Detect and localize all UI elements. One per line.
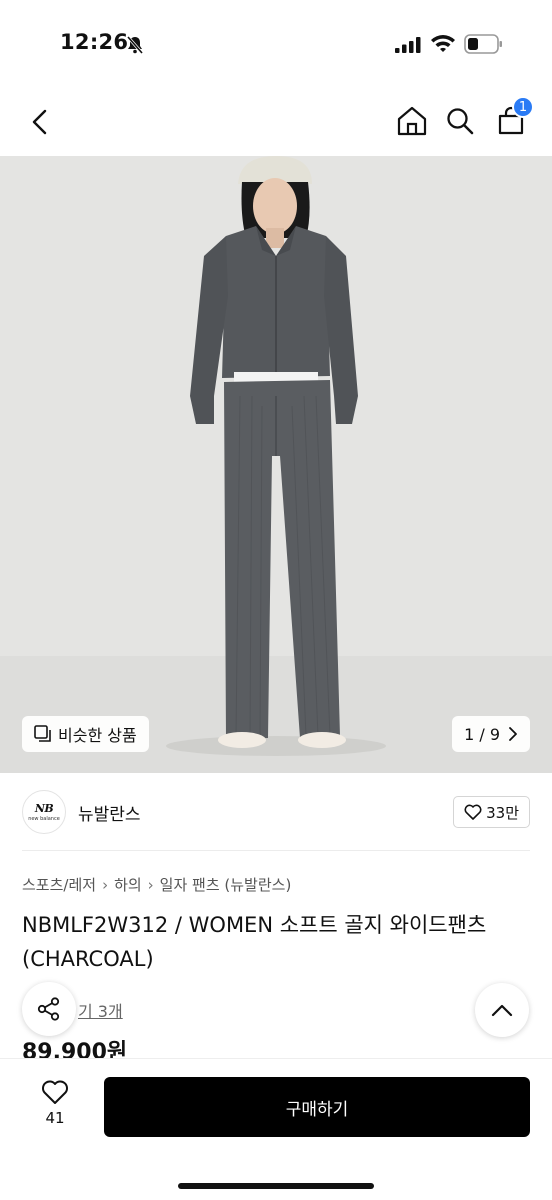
brand-logo-text: new balance [28, 816, 60, 822]
signal-icon [395, 37, 421, 53]
bell-slash-icon [126, 36, 144, 54]
similar-products-button[interactable]: 비슷한 상품 [22, 716, 149, 752]
back-icon [32, 109, 47, 135]
similar-products-label: 비슷한 상품 [58, 726, 137, 745]
buy-button[interactable]: 구매하기 [104, 1077, 530, 1137]
share-icon [37, 997, 60, 1021]
chevron-right-icon [509, 727, 517, 741]
brand-like-count: 33만 [486, 803, 519, 822]
battery-icon [464, 34, 502, 54]
breadcrumb-item[interactable]: 스포츠/레저 [22, 874, 96, 895]
home-icon [397, 106, 427, 136]
home-button[interactable] [393, 102, 431, 140]
divider [22, 850, 530, 851]
home-indicator [178, 1183, 374, 1189]
brand-logo[interactable]: NB new balance [22, 790, 66, 834]
image-page-indicator[interactable]: 1 / 9 [452, 716, 530, 752]
cart-count-badge: 1 [512, 96, 534, 118]
similar-icon [34, 725, 51, 742]
wishlist-button[interactable]: 41 [30, 1079, 80, 1139]
breadcrumb: 스포츠/레저 › 하의 › 일자 팬츠 (뉴발란스) [22, 874, 291, 895]
status-time: 12:26 [60, 30, 129, 54]
chevron-up-icon [491, 1004, 513, 1017]
chevron-right-icon: › [102, 875, 109, 894]
status-bar: 12:26 [0, 0, 552, 90]
scroll-to-top-button[interactable] [475, 983, 529, 1037]
search-button[interactable] [441, 102, 479, 140]
brand-like-button[interactable]: 33만 [453, 796, 530, 828]
top-navigation: 1 [0, 90, 552, 156]
brand-logo-mark: NB [34, 802, 54, 815]
brand-row[interactable]: NB new balance 뉴발란스 33만 [22, 790, 530, 834]
heart-icon [42, 1080, 68, 1104]
chevron-right-icon: › [147, 875, 154, 894]
product-photo [0, 156, 552, 773]
share-button[interactable] [22, 982, 76, 1036]
search-icon [447, 108, 474, 135]
product-title: NBMLF2W312 / WOMEN 소프트 골지 와이드팬츠 (CHARCOA… [22, 913, 487, 971]
review-link[interactable]: 기 3개 [78, 998, 123, 1022]
brand-name[interactable]: 뉴발란스 [78, 800, 141, 825]
breadcrumb-item[interactable]: 하의 [114, 874, 142, 895]
back-button[interactable] [22, 104, 58, 140]
wifi-icon [431, 35, 455, 52]
cart-button[interactable]: 1 [492, 96, 534, 140]
product-image-carousel[interactable]: 비슷한 상품 1 / 9 [0, 156, 552, 773]
image-page-count: 1 / 9 [464, 724, 500, 744]
heart-icon [464, 804, 482, 820]
breadcrumb-item[interactable]: 일자 팬츠 (뉴발란스) [160, 874, 292, 895]
bottom-action-bar: 41 구매하기 [0, 1058, 552, 1200]
wishlist-count: 41 [45, 1109, 65, 1127]
